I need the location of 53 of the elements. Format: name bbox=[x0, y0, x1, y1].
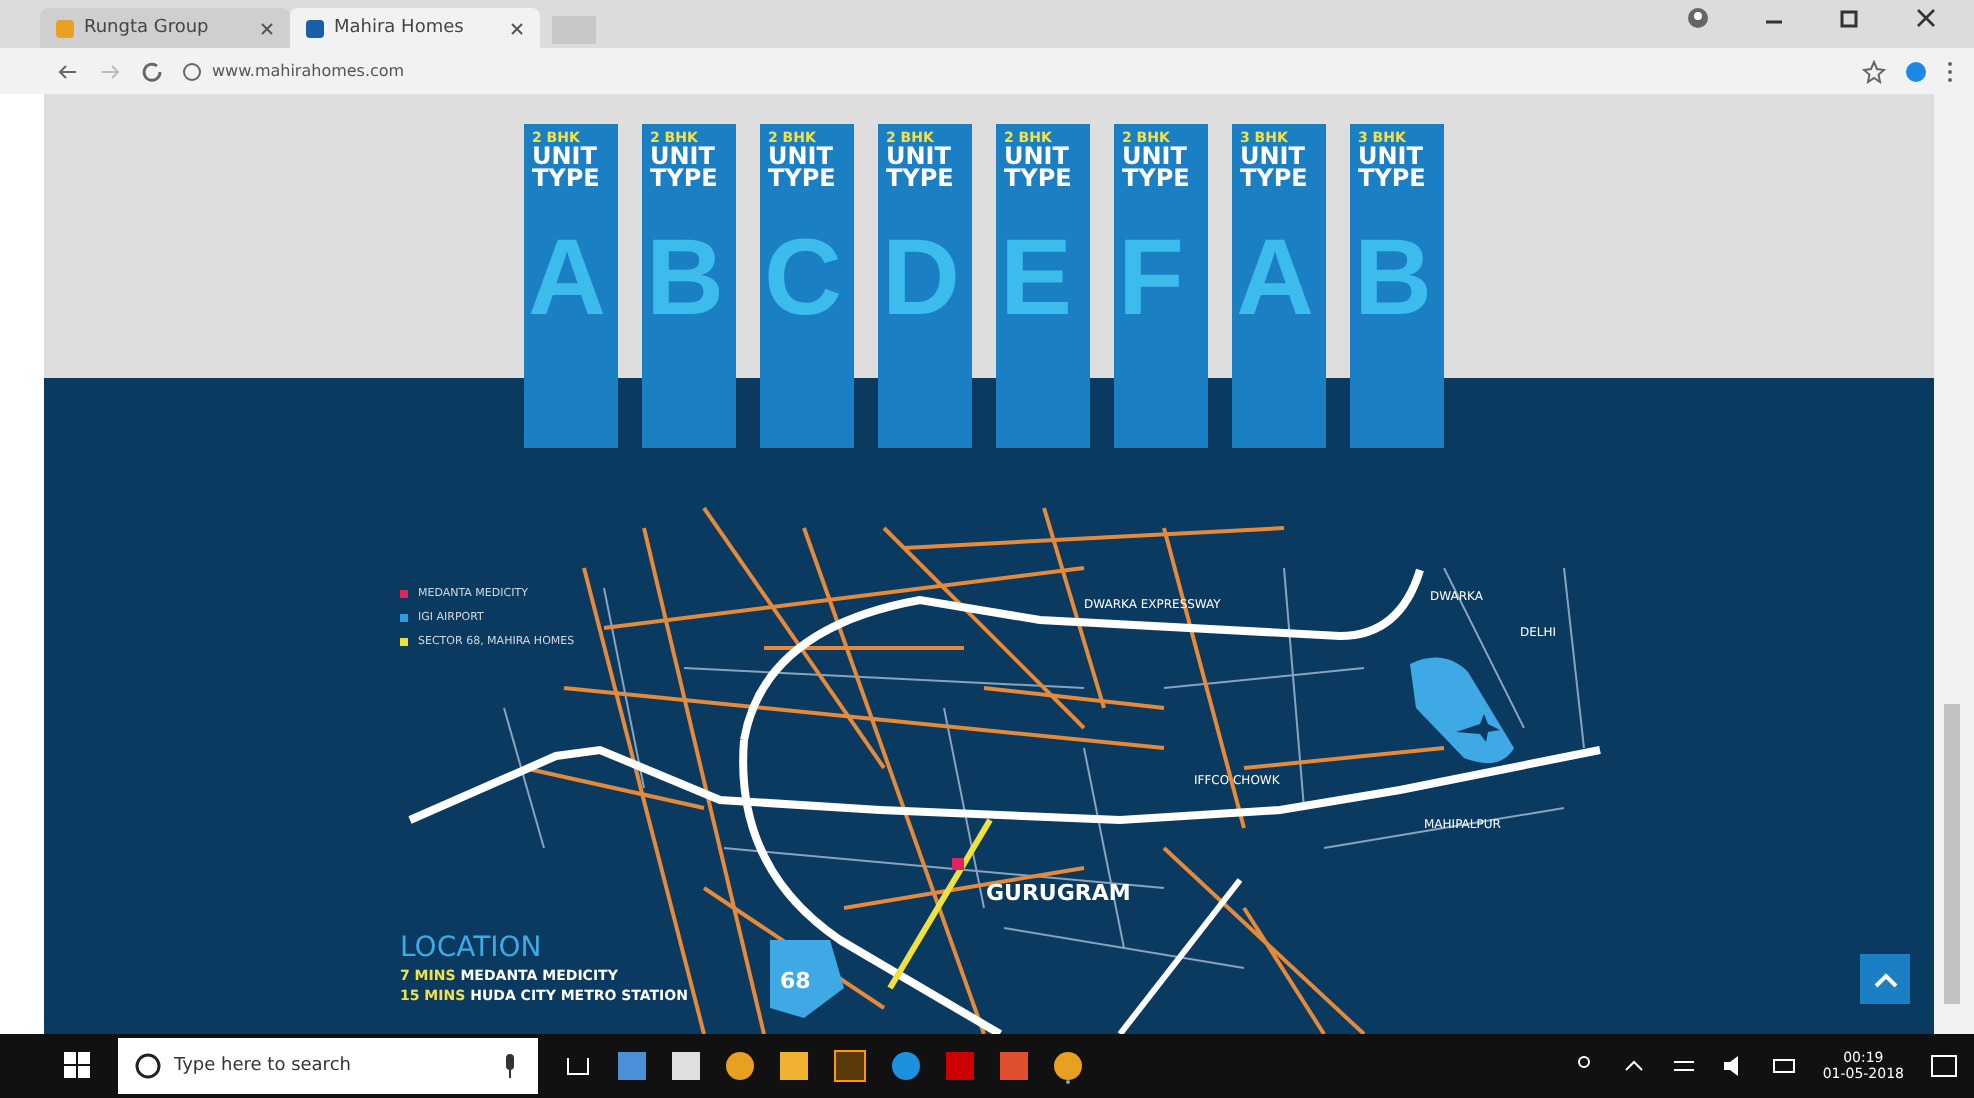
unit-type-label: UNIT TYPE bbox=[1004, 146, 1074, 190]
address-field[interactable]: www.mahirahomes.com bbox=[182, 53, 1844, 89]
restore-icon[interactable] bbox=[1838, 6, 1862, 30]
windows-start-icon[interactable] bbox=[64, 1052, 92, 1080]
unit-letter: D bbox=[882, 216, 960, 342]
keyboard-icon[interactable] bbox=[1772, 1054, 1797, 1078]
unit-type-label: UNIT TYPE bbox=[1240, 146, 1310, 190]
close-tab-icon[interactable] bbox=[510, 21, 524, 35]
unit-type-label: UNIT TYPE bbox=[1358, 146, 1428, 190]
unit-letter: A bbox=[1236, 216, 1314, 342]
unit-letter: E bbox=[1000, 216, 1073, 342]
favicon-icon bbox=[306, 19, 324, 37]
unit-letter: B bbox=[646, 216, 724, 342]
location-pin-icon bbox=[952, 858, 964, 870]
microphone-icon[interactable] bbox=[502, 1054, 518, 1078]
profile-icon[interactable] bbox=[1686, 6, 1710, 30]
close-tab-icon[interactable] bbox=[260, 21, 274, 35]
info-icon bbox=[182, 61, 202, 81]
back-to-top-button[interactable] bbox=[1860, 954, 1910, 1004]
extension-icon[interactable] bbox=[1904, 59, 1928, 83]
unit-letter: C bbox=[764, 216, 842, 342]
task-view-icon[interactable] bbox=[564, 1052, 592, 1080]
chevron-up-icon bbox=[1873, 971, 1897, 987]
browser-tab[interactable]: Mahira Homes bbox=[290, 8, 540, 48]
unit-type-label: UNIT TYPE bbox=[886, 146, 956, 190]
location-heading: LOCATION bbox=[400, 932, 544, 964]
notifications-icon[interactable] bbox=[1930, 1052, 1958, 1080]
tab-title: Mahira Homes bbox=[334, 18, 466, 38]
taskbar-search-field[interactable]: Type here to search bbox=[118, 1038, 538, 1094]
chrome-icon[interactable] bbox=[726, 1052, 754, 1080]
back-icon[interactable] bbox=[56, 59, 80, 83]
sector-marker: 68 bbox=[770, 940, 844, 1018]
scrollbar-thumb[interactable] bbox=[1944, 704, 1960, 1004]
unit-letter: B bbox=[1354, 216, 1432, 342]
star-icon[interactable] bbox=[1862, 59, 1886, 83]
airplane-icon bbox=[1456, 714, 1500, 742]
unit-type-label: UNIT TYPE bbox=[1122, 146, 1192, 190]
unit-type-label: UNIT TYPE bbox=[532, 146, 602, 190]
scrollbar[interactable] bbox=[1934, 94, 1974, 1034]
unit-type-label: UNIT TYPE bbox=[650, 146, 720, 190]
unit-type-label: UNIT TYPE bbox=[768, 146, 838, 190]
chrome-icon[interactable] bbox=[1054, 1052, 1082, 1080]
browser-tab[interactable]: Rungta Group bbox=[40, 8, 290, 48]
menu-icon[interactable] bbox=[1946, 59, 1954, 83]
tab-title: Rungta Group bbox=[84, 18, 211, 38]
city-label: GURUGRAM bbox=[986, 880, 1131, 906]
close-icon[interactable] bbox=[1914, 6, 1938, 30]
search-icon bbox=[134, 1052, 162, 1080]
unit-letter: F bbox=[1118, 216, 1184, 342]
reload-icon[interactable] bbox=[140, 59, 164, 83]
favicon-icon bbox=[56, 19, 74, 37]
unit-letter: A bbox=[528, 216, 606, 342]
url-text: www.mahirahomes.com bbox=[212, 62, 405, 80]
